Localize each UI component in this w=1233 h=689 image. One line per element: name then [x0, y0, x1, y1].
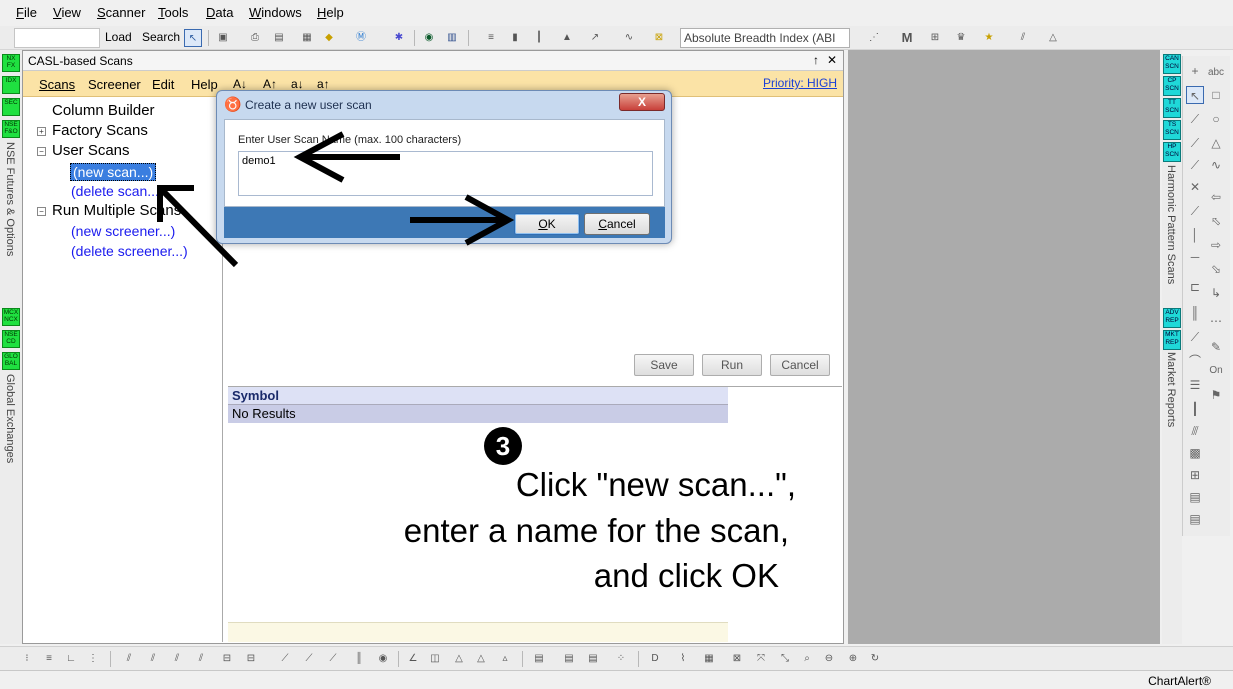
- status-bar: ChartAlert®: [0, 670, 1233, 689]
- bt-bars2-icon[interactable]: ⫽: [144, 650, 162, 668]
- bt-bars4-icon[interactable]: ⫽: [192, 650, 210, 668]
- arrow-to-new-scan: [157, 185, 239, 268]
- bt-bars5-icon[interactable]: ║: [350, 650, 368, 668]
- bt-doc-icon[interactable]: ▤: [530, 650, 548, 668]
- bt-tool3-icon[interactable]: △: [472, 650, 490, 668]
- zoom-out-icon[interactable]: ⊖: [820, 650, 838, 668]
- bottom-toolbar: ⁝ ≡ ∟ ⋮ ⫽ ⫽ ⫽ ⫽ ⊟ ⊟ ⟋ ⟋ ⟋ ║ ◉ ∠ ◫ △ △ ▵ …: [0, 646, 1233, 670]
- instruction-line-1: Click "new scan...",: [515, 466, 796, 503]
- zoom-in-icon[interactable]: ⊕: [844, 650, 862, 668]
- bt-fit-icon[interactable]: ⤡: [776, 650, 794, 668]
- bt-bars-icon[interactable]: ⫽: [120, 650, 138, 668]
- bt-abc-icon[interactable]: ▵: [496, 650, 514, 668]
- bt-circle-icon[interactable]: ◉: [374, 650, 392, 668]
- status-app-name: ChartAlert®: [1148, 674, 1211, 688]
- bt-tool2-icon[interactable]: △: [450, 650, 468, 668]
- toolbar-separator: [398, 651, 399, 667]
- zoom-icon[interactable]: ⌕: [798, 650, 816, 668]
- bt-diag2-icon[interactable]: ⟋: [300, 650, 318, 668]
- bt-chart-icon[interactable]: ∟: [62, 650, 80, 668]
- bt-numbers-icon[interactable]: ⋮: [84, 650, 102, 668]
- arrow-to-ok-button: [410, 194, 515, 246]
- bt-shrink-icon[interactable]: ⊠: [728, 650, 746, 668]
- bt-panel2-icon[interactable]: ⊟: [242, 650, 260, 668]
- bt-lin-icon[interactable]: ⌇: [674, 650, 692, 668]
- instruction-line-3: and click OK: [593, 557, 779, 594]
- bt-angle-icon[interactable]: ∠: [404, 650, 422, 668]
- bt-list-icon[interactable]: ⁝: [18, 650, 36, 668]
- toolbar-separator: [638, 651, 639, 667]
- bt-grid-icon[interactable]: ▦: [700, 650, 718, 668]
- bt-doc3-icon[interactable]: ▤: [584, 650, 602, 668]
- toolbar-separator: [110, 651, 111, 667]
- bt-panel-icon[interactable]: ⊟: [218, 650, 236, 668]
- bt-diag-icon[interactable]: ⟋: [276, 650, 294, 668]
- step-number-badge: 3: [484, 427, 522, 465]
- instruction-line-2: enter a name for the scan,: [403, 512, 789, 549]
- bt-dots-icon[interactable]: ⁘: [612, 650, 630, 668]
- toolbar-separator: [522, 651, 523, 667]
- bt-diag3-icon[interactable]: ⟋: [324, 650, 342, 668]
- bt-d-icon[interactable]: D: [646, 650, 664, 668]
- refresh-icon[interactable]: ↻: [866, 650, 884, 668]
- bt-bars3-icon[interactable]: ⫽: [168, 650, 186, 668]
- arrow-to-name-input: [293, 131, 400, 183]
- bt-expand-icon[interactable]: ⤧: [752, 650, 770, 668]
- bt-count-icon[interactable]: ≡: [40, 650, 58, 668]
- bt-tool1-icon[interactable]: ◫: [426, 650, 444, 668]
- bt-doc2-icon[interactable]: ▤: [560, 650, 578, 668]
